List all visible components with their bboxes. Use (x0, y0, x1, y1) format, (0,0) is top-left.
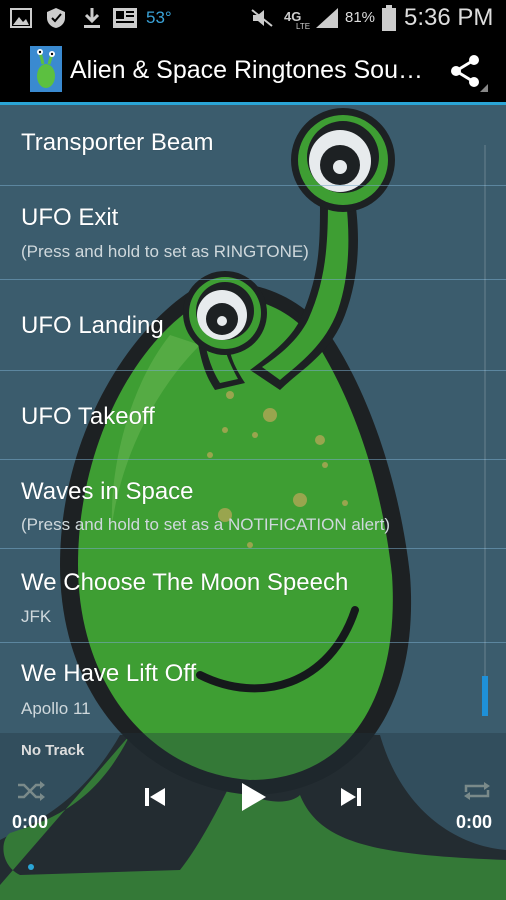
seek-bar-thumb[interactable] (28, 864, 34, 870)
list-item-subtitle: (Press and hold to set as RINGTONE) (21, 242, 309, 261)
mute-icon (251, 9, 273, 27)
list-item-title: Transporter Beam (21, 129, 214, 156)
battery-icon (382, 5, 396, 31)
shuffle-icon[interactable] (16, 780, 46, 802)
app-logo-icon[interactable] (30, 46, 62, 92)
list-item[interactable]: Waves in Space (Press and hold to set as… (0, 460, 506, 549)
duration-time: 0:00 (456, 812, 493, 832)
list-item[interactable]: We Have Lift Off Apollo 11 (0, 643, 506, 733)
share-icon[interactable] (448, 52, 488, 92)
list-item[interactable]: We Choose The Moon Speech JFK (0, 549, 506, 643)
repeat-icon[interactable] (462, 780, 492, 802)
app-title: Alien & Space Ringtones Sou… (70, 56, 423, 84)
list-item[interactable]: UFO Takeoff (0, 371, 506, 460)
clock-text: 5:36 PM (404, 4, 494, 31)
svg-text:LTE: LTE (296, 22, 310, 29)
status-bar: 53° 4G LTE 81% 5:36 PM (0, 0, 506, 36)
shield-icon (47, 8, 65, 28)
track-name: No Track (21, 742, 85, 759)
scrollbar-thumb[interactable] (482, 676, 488, 716)
list-item-title: UFO Landing (21, 312, 164, 339)
signal-icon (316, 8, 338, 28)
download-icon (84, 8, 100, 28)
action-bar: Alien & Space Ringtones Sou… (0, 36, 506, 105)
list-item-title: UFO Exit (21, 204, 119, 231)
list-item-title: UFO Takeoff (21, 403, 155, 430)
news-icon (113, 8, 137, 28)
list-item-title: We Choose The Moon Speech (21, 569, 349, 596)
list-item-title: Waves in Space (21, 478, 194, 505)
4g-lte-icon: 4G LTE (284, 9, 310, 29)
next-icon[interactable] (340, 786, 362, 808)
elapsed-time: 0:00 (12, 812, 49, 832)
list-item[interactable]: UFO Landing (0, 280, 506, 371)
list-item-subtitle: (Press and hold to set as a NOTIFICATION… (21, 515, 391, 534)
list-item-subtitle: Apollo 11 (21, 699, 91, 718)
list-item-subtitle: JFK (21, 607, 52, 626)
play-icon[interactable] (240, 782, 268, 812)
list-item[interactable]: UFO Exit (Press and hold to set as RINGT… (0, 186, 506, 280)
list-item-title: We Have Lift Off (21, 660, 197, 687)
temperature-text: 53° (146, 8, 172, 27)
gallery-icon (10, 8, 32, 28)
battery-percent-text: 81% (345, 9, 376, 26)
previous-icon[interactable] (144, 786, 166, 808)
scrollbar-track (484, 145, 486, 705)
list-item[interactable]: Transporter Beam (0, 105, 506, 186)
